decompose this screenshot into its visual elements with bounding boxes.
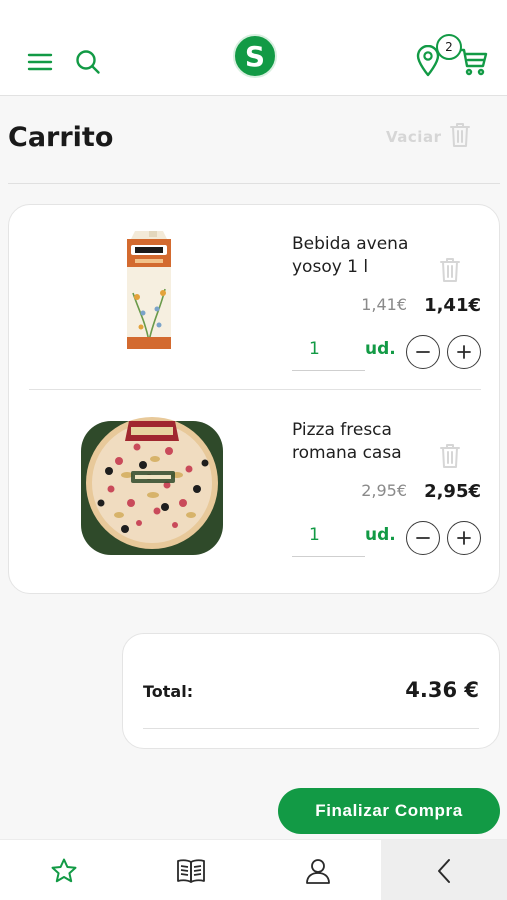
- quantity-field[interactable]: [292, 523, 365, 557]
- cart-item: Bebida avena yosoy 1 l 1,41€ 1,41€ 1 ud.: [9, 205, 501, 390]
- total-value: 4.36 €: [405, 678, 479, 702]
- item-divider: [29, 389, 481, 390]
- user-icon: [305, 858, 330, 884]
- menu-icon[interactable]: [24, 46, 56, 78]
- nav-favorites[interactable]: [0, 840, 127, 900]
- quantity-value[interactable]: 1: [309, 339, 320, 359]
- item-name: Pizza fresca romana casa: [292, 420, 402, 463]
- quantity-field[interactable]: [292, 337, 365, 371]
- search-icon[interactable]: [72, 46, 104, 78]
- quantity-value[interactable]: 1: [309, 525, 320, 545]
- clear-cart-button[interactable]: Vaciar: [386, 122, 471, 152]
- price-current: 1,41€: [424, 295, 481, 316]
- bottom-navigation: [0, 839, 507, 900]
- minus-icon: [416, 351, 430, 353]
- book-icon: [176, 858, 205, 883]
- trash-icon[interactable]: [439, 443, 461, 469]
- decrease-quantity-button[interactable]: [406, 521, 440, 555]
- order-total-card: Total: 4.36 €: [122, 633, 500, 749]
- logo-letter: S: [244, 39, 266, 73]
- cart-count-badge: 2: [436, 34, 462, 60]
- page-title: Carrito: [8, 122, 114, 153]
- product-image-oat-drink[interactable]: [121, 231, 177, 351]
- star-icon: [51, 858, 76, 882]
- title-divider: [8, 183, 500, 184]
- checkout-button[interactable]: Finalizar Compra: [278, 788, 500, 834]
- total-divider: [143, 728, 479, 729]
- price-current: 2,95€: [424, 481, 481, 502]
- decrease-quantity-button[interactable]: [406, 335, 440, 369]
- item-name: Bebida avena yosoy 1 l: [292, 234, 409, 277]
- top-bar: S 2: [0, 0, 507, 96]
- plus-icon: [457, 531, 471, 545]
- nav-catalog[interactable]: [127, 840, 254, 900]
- price-old: 2,95€: [361, 481, 407, 500]
- cart-items-card: Bebida avena yosoy 1 l 1,41€ 1,41€ 1 ud.: [8, 204, 500, 594]
- brand-logo[interactable]: S: [233, 34, 277, 78]
- cart-item: Pizza fresca romana casa 2,95€ 2,95€ 1 u…: [9, 391, 501, 576]
- minus-icon: [416, 537, 430, 539]
- total-label: Total:: [143, 682, 194, 701]
- product-image-pizza[interactable]: [79, 411, 225, 557]
- price-old: 1,41€: [361, 295, 407, 314]
- quantity-unit: ud.: [365, 525, 396, 545]
- increase-quantity-button[interactable]: [447, 521, 481, 555]
- trash-icon: [449, 122, 471, 152]
- plus-icon: [457, 345, 471, 359]
- chevron-left-icon: [438, 858, 450, 883]
- trash-icon[interactable]: [439, 257, 461, 283]
- increase-quantity-button[interactable]: [447, 335, 481, 369]
- clear-cart-label: Vaciar: [386, 128, 442, 146]
- nav-account[interactable]: [254, 840, 381, 900]
- nav-back[interactable]: [381, 840, 507, 900]
- quantity-unit: ud.: [365, 339, 396, 359]
